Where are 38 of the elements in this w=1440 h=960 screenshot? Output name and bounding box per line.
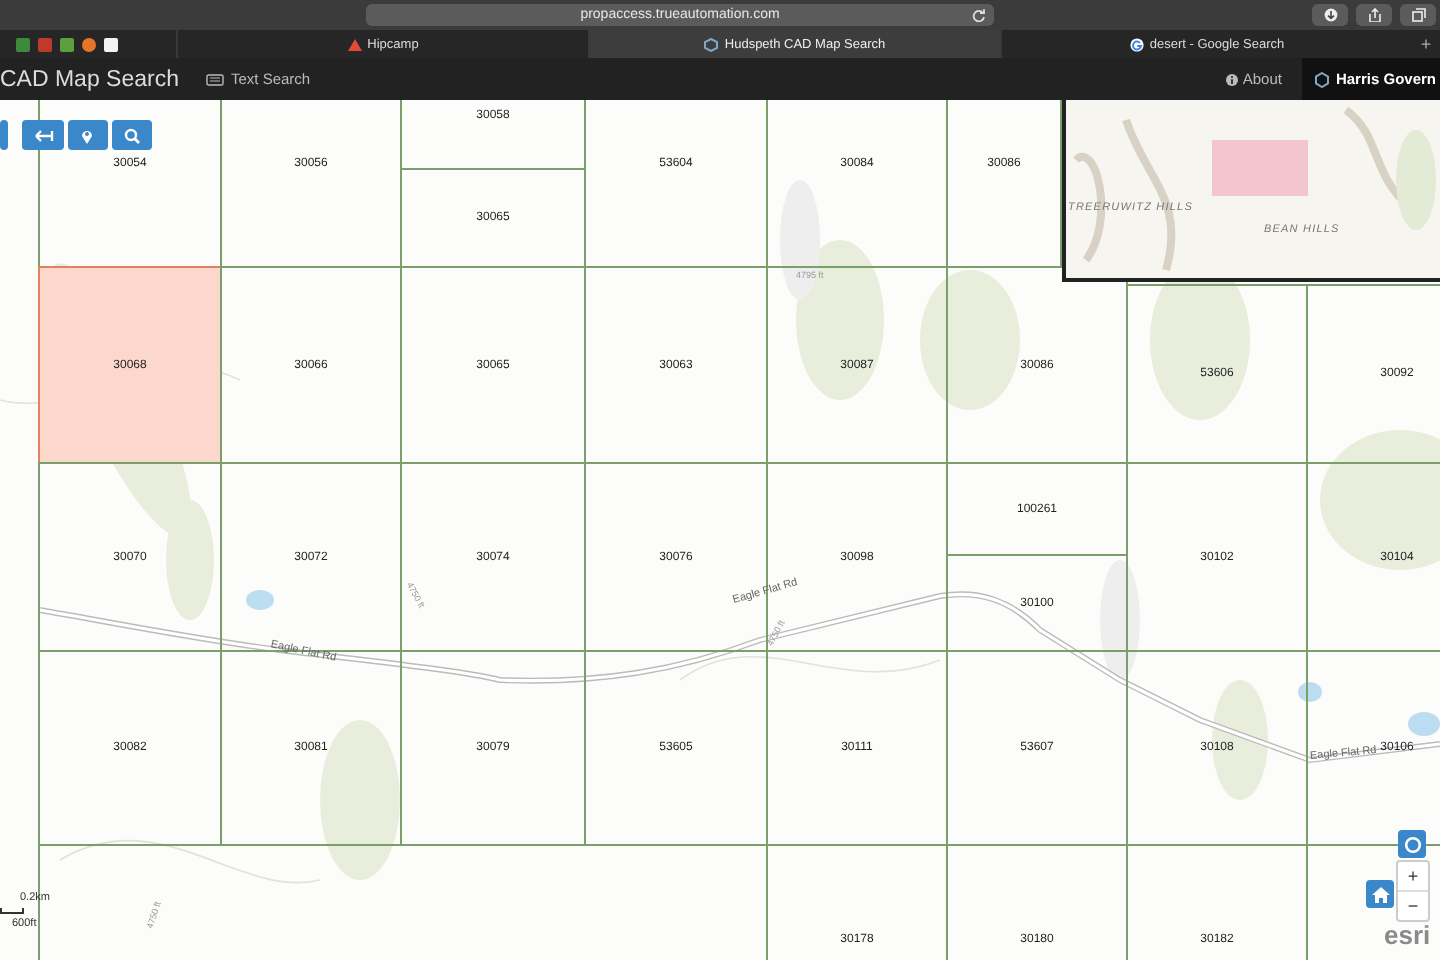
tabs-button[interactable] bbox=[1400, 4, 1436, 26]
hill-shading bbox=[1100, 560, 1140, 680]
map-tool-button[interactable] bbox=[0, 120, 8, 150]
zoom-out-button[interactable]: − bbox=[1398, 890, 1428, 920]
home-icon bbox=[1371, 885, 1389, 903]
search-icon bbox=[124, 127, 140, 143]
download-icon bbox=[1323, 8, 1337, 22]
ring-icon bbox=[1403, 835, 1421, 853]
scale-bar bbox=[0, 908, 24, 914]
pond bbox=[1298, 682, 1322, 702]
info-icon bbox=[1226, 73, 1239, 85]
extent-rectangle bbox=[1212, 140, 1308, 196]
locate-button[interactable] bbox=[1398, 830, 1426, 858]
zoom-in-button[interactable]: + bbox=[1398, 862, 1428, 890]
esri-logo: esri bbox=[1384, 920, 1431, 950]
keyboard-icon bbox=[206, 73, 225, 85]
map-tool-button[interactable] bbox=[68, 120, 108, 150]
reload-icon[interactable] bbox=[972, 8, 986, 22]
pond bbox=[246, 590, 274, 610]
hexagon-icon bbox=[704, 37, 719, 51]
hexagon-icon bbox=[1313, 71, 1330, 87]
vegetation-area bbox=[920, 270, 1020, 410]
map-pin-icon bbox=[80, 127, 96, 143]
download-button[interactable] bbox=[1312, 4, 1348, 26]
arrow-left-icon bbox=[33, 127, 53, 143]
share-button[interactable] bbox=[1356, 4, 1392, 26]
vegetation-area bbox=[1320, 430, 1440, 570]
search-button[interactable] bbox=[112, 120, 152, 150]
triangle-icon bbox=[347, 37, 362, 51]
share-icon bbox=[1367, 8, 1381, 22]
pond bbox=[1408, 712, 1440, 736]
map-tool-button[interactable] bbox=[22, 120, 64, 150]
app-title: CAD Map Search bbox=[0, 65, 179, 95]
home-button[interactable] bbox=[1366, 880, 1394, 908]
overlapping-squares-icon bbox=[1411, 8, 1425, 22]
hill-shading bbox=[780, 180, 820, 300]
g-logo-icon bbox=[1129, 37, 1144, 51]
new-tab-button[interactable]: + bbox=[1412, 30, 1440, 58]
